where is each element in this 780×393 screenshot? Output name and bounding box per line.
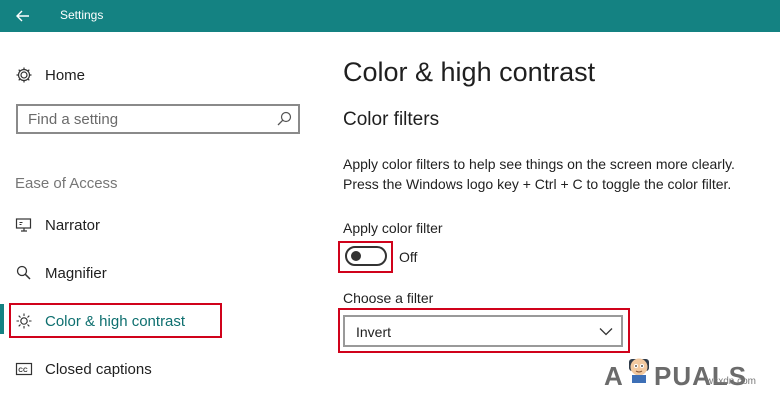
mascot-logo: [629, 358, 649, 383]
sidebar: Home Ease of Access Narrator Magnifier C…: [0, 32, 330, 393]
sidebar-item-narrator[interactable]: Narrator: [15, 212, 100, 238]
sidebar-item-label: Narrator: [45, 216, 101, 234]
home-label: Home: [45, 66, 86, 84]
back-arrow-icon: [16, 10, 29, 22]
toggle-knob: [351, 251, 361, 261]
brightness-icon: [16, 313, 32, 329]
window-title: Settings: [60, 8, 104, 22]
narrator-icon: [15, 218, 32, 232]
sidebar-item-label: Magnifier: [45, 264, 107, 282]
sidebar-item-label: Closed captions: [45, 360, 152, 378]
sidebar-item-closed-captions[interactable]: CC Closed captions: [15, 356, 152, 382]
gear-icon: [16, 67, 32, 83]
description: Apply color filters to help see things o…: [343, 154, 773, 194]
watermark-site: wsxdn.com: [706, 376, 757, 387]
toggle-state: Off: [399, 249, 418, 265]
apply-filter-label: Apply color filter: [343, 220, 443, 236]
search-box[interactable]: [16, 104, 300, 134]
watermark-letter-a: A: [604, 361, 623, 391]
search-input[interactable]: [28, 110, 268, 128]
description-line: Apply color filters to help see things o…: [343, 156, 735, 172]
selection-indicator: [0, 304, 4, 334]
search-icon[interactable]: [276, 111, 292, 127]
color-filter-toggle[interactable]: [345, 246, 387, 266]
choose-filter-label: Choose a filter: [343, 290, 434, 306]
title-bar: Settings: [0, 0, 780, 32]
sidebar-item-label: Color & high contrast: [45, 312, 186, 330]
closed-captions-icon: CC: [15, 362, 33, 376]
magnifier-icon: [16, 265, 31, 280]
chevron-down-icon: [599, 328, 613, 336]
page-title: Color & high contrast: [343, 57, 596, 87]
svg-text:CC: CC: [18, 367, 28, 374]
dropdown-value: Invert: [356, 324, 392, 340]
back-button[interactable]: [0, 0, 46, 32]
description-line: Press the Windows logo key + Ctrl + C to…: [343, 176, 732, 192]
filter-dropdown[interactable]: Invert: [343, 315, 623, 347]
sidebar-item-magnifier[interactable]: Magnifier: [15, 260, 107, 286]
section-label: Ease of Access: [15, 175, 118, 192]
sidebar-item-color-high-contrast[interactable]: Color & high contrast: [15, 308, 185, 334]
section-title: Color filters: [343, 109, 440, 130]
sidebar-home[interactable]: Home: [15, 63, 85, 87]
